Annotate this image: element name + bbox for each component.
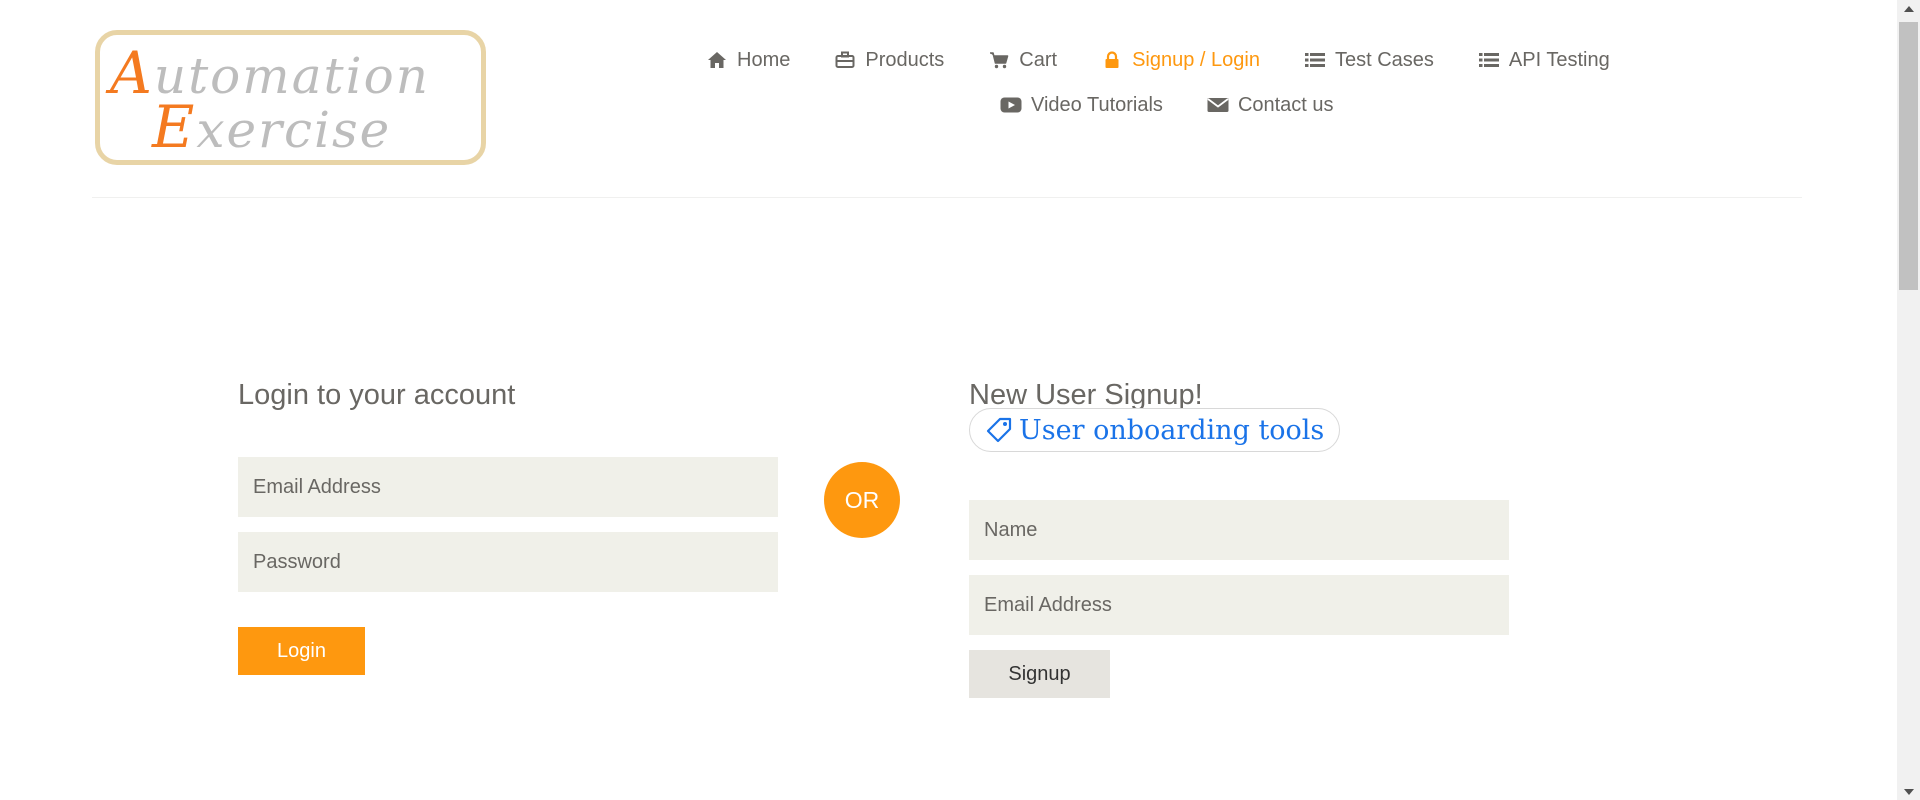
nav-video-tutorials[interactable]: Video Tutorials [1000, 91, 1163, 119]
nav-products-label: Products [865, 49, 945, 71]
scroll-down-arrow-icon[interactable] [1897, 783, 1920, 800]
main-nav: Home Products Cart Signup / Login Test C… [706, 46, 1610, 74]
cart-icon [988, 49, 1010, 71]
home-icon [706, 49, 728, 71]
login-button[interactable]: Login [238, 627, 365, 675]
login-title: Login to your account [238, 379, 516, 411]
nav-contact-us-label: Contact us [1237, 94, 1334, 116]
header-divider [92, 197, 1802, 198]
list-icon [1478, 49, 1500, 71]
login-email-input[interactable] [238, 457, 778, 517]
list-icon [1304, 49, 1326, 71]
secondary-nav: Video Tutorials Contact us [1000, 91, 1334, 119]
scroll-up-arrow-icon[interactable] [1897, 0, 1920, 17]
logo-image: Automation Exercise [105, 39, 428, 160]
nav-home-label: Home [737, 49, 791, 71]
or-divider: OR [824, 462, 900, 538]
svg-text:Exercise: Exercise [151, 93, 391, 160]
nav-cart-label: Cart [1019, 49, 1058, 71]
signup-button[interactable]: Signup [969, 650, 1110, 698]
signup-title: New User Signup! [969, 379, 1203, 411]
signup-name-input[interactable] [969, 500, 1509, 560]
vertical-scrollbar[interactable] [1897, 0, 1920, 800]
nav-api-testing[interactable]: API Testing [1478, 46, 1610, 74]
nav-cart[interactable]: Cart [988, 46, 1057, 74]
products-icon [834, 49, 856, 71]
page: Automation Exercise Home Products Cart S… [0, 0, 1897, 800]
nav-signup-login[interactable]: Signup / Login [1101, 46, 1260, 74]
nav-signup-login-label: Signup / Login [1132, 49, 1260, 71]
nav-test-cases-label: Test Cases [1334, 49, 1434, 71]
tag-icon [985, 416, 1013, 444]
scrollbar-thumb[interactable] [1899, 22, 1918, 290]
lock-icon [1101, 49, 1123, 71]
onboarding-tag-link[interactable]: User onboarding tools [969, 408, 1341, 452]
nav-contact-us[interactable]: Contact us [1207, 91, 1334, 119]
youtube-icon [1000, 94, 1022, 116]
nav-test-cases[interactable]: Test Cases [1304, 46, 1434, 74]
onboarding-tag-label: User onboarding tools [1019, 414, 1325, 446]
login-password-input[interactable] [238, 532, 778, 592]
nav-video-tutorials-label: Video Tutorials [1031, 94, 1163, 116]
nav-home[interactable]: Home [706, 46, 790, 74]
nav-products[interactable]: Products [834, 46, 944, 74]
site-logo[interactable]: Automation Exercise [95, 30, 486, 165]
signup-email-input[interactable] [969, 575, 1509, 635]
nav-api-testing-label: API Testing [1508, 49, 1610, 71]
envelope-icon [1207, 94, 1229, 116]
